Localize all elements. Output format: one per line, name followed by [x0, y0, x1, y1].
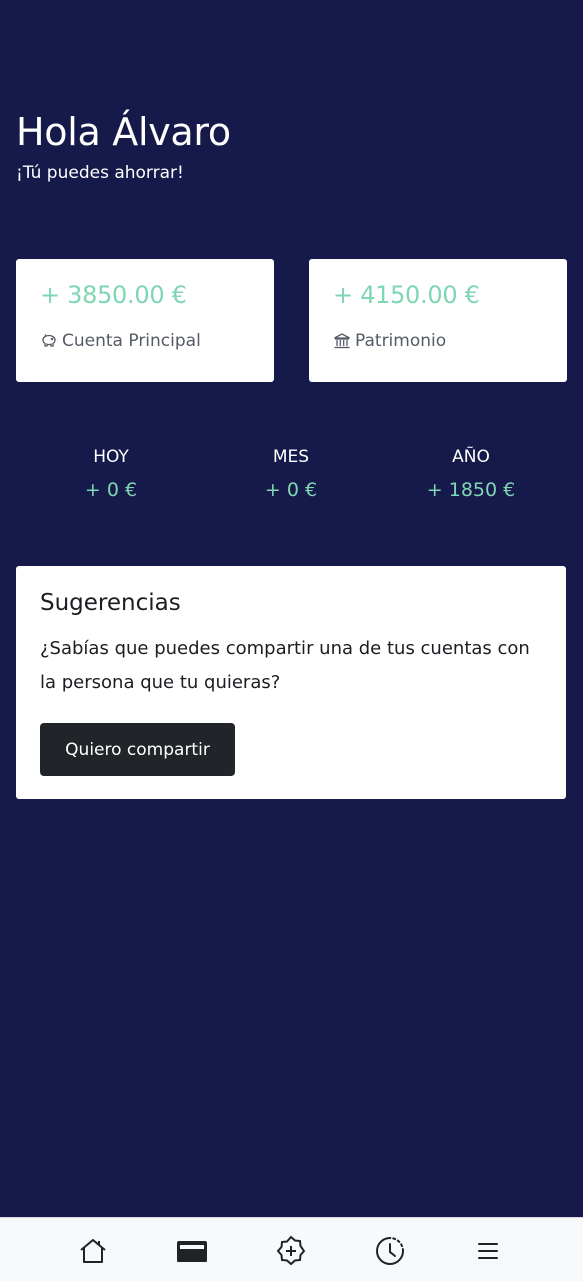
account-label-row: Patrimonio: [333, 331, 446, 351]
nav-home[interactable]: [77, 1235, 109, 1267]
stat-value: + 0 €: [264, 479, 318, 501]
nav-add[interactable]: [275, 1235, 307, 1267]
stat-label: MES: [272, 447, 310, 467]
page-title: Hola Álvaro: [16, 110, 231, 154]
history-icon: [376, 1237, 404, 1265]
stat-today: HOY + 0 €: [31, 446, 191, 502]
nav-wallet[interactable]: [176, 1235, 208, 1267]
stat-label: HOY: [93, 447, 129, 467]
account-amount: + 4150.00 €: [333, 281, 480, 309]
piggy-bank-icon: [42, 334, 56, 347]
account-amount: + 3850.00 €: [40, 281, 187, 309]
suggestions-title: Sugerencias: [40, 590, 181, 616]
suggestions-text: ¿Sabías que puedes compartir una de tus …: [40, 638, 530, 693]
account-label-row: Cuenta Principal: [40, 331, 201, 351]
account-card-patrimonio[interactable]: + 4150.00 € Patrimonio: [309, 259, 567, 382]
bottom-nav: [0, 1217, 583, 1281]
home-icon: [80, 1239, 106, 1263]
wallet-icon: [177, 1241, 207, 1262]
stat-month: MES + 0 €: [211, 446, 371, 502]
nav-menu[interactable]: [472, 1235, 504, 1267]
page-subtitle: ¡Tú puedes ahorrar!: [16, 163, 184, 183]
menu-icon: [478, 1243, 498, 1259]
account-card-main[interactable]: + 3850.00 € Cuenta Principal: [16, 259, 274, 382]
stat-year: AÑO + 1850 €: [391, 446, 551, 502]
bank-icon: [334, 333, 350, 349]
suggestions-card: Sugerencias ¿Sabías que puedes compartir…: [16, 566, 566, 799]
greeting: Hola Álvaro ¡Tú puedes ahorrar!: [16, 106, 231, 187]
stat-value: + 1850 €: [426, 479, 516, 501]
account-label: Patrimonio: [355, 331, 447, 351]
share-account-button[interactable]: Quiero compartir: [40, 723, 235, 776]
add-icon: [276, 1235, 306, 1266]
account-label: Cuenta Principal: [62, 331, 201, 351]
stat-label: AÑO: [452, 447, 490, 467]
stat-value: + 0 €: [84, 479, 138, 501]
nav-history[interactable]: [374, 1235, 406, 1267]
